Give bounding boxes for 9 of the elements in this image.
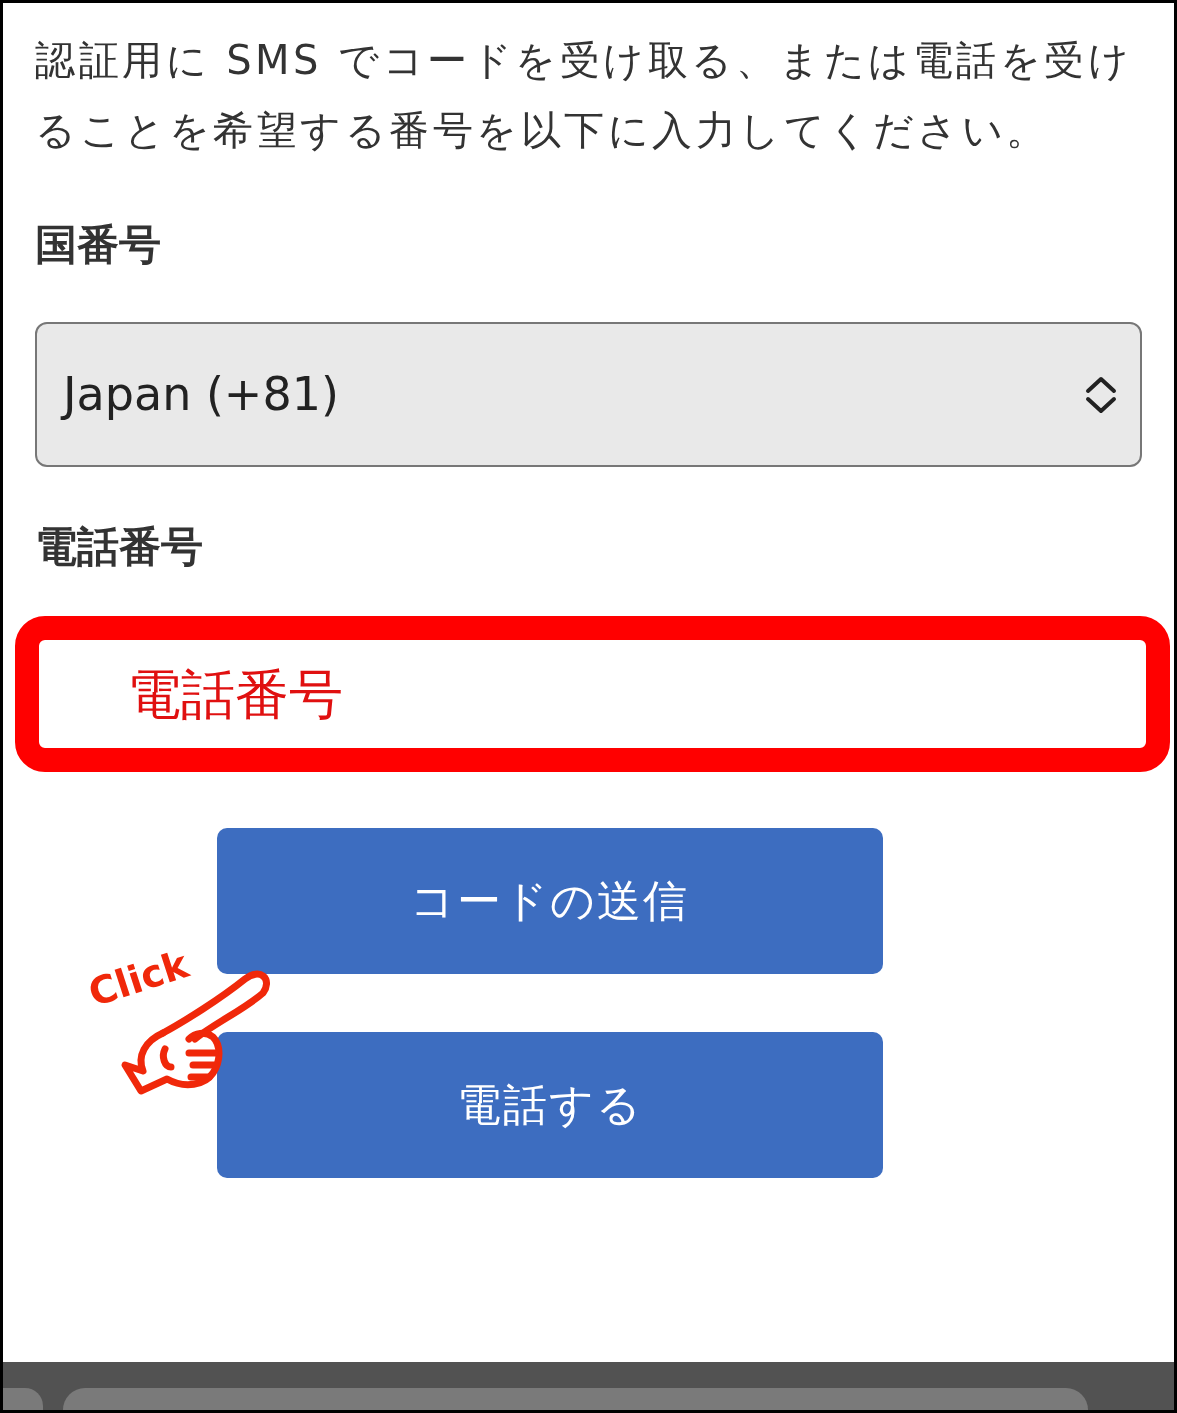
chevron-updown-icon [1084, 374, 1118, 415]
field-label: 国番号 [35, 219, 162, 271]
country-select[interactable]: Japan (+81) [35, 322, 1142, 467]
field-label: 電話番号 [35, 521, 204, 573]
instruction-text: 認証用に SMS でコードを受け取る、または電話を受けることを希望する番号を以下に入力してください。 [35, 36, 1134, 155]
phone-input-field[interactable]: 電話番号 [15, 616, 1170, 772]
action-button[interactable]: 電話する [216, 1032, 883, 1178]
action-button[interactable]: コードの送信 [216, 828, 883, 974]
annotation-text: Click [82, 941, 195, 1018]
